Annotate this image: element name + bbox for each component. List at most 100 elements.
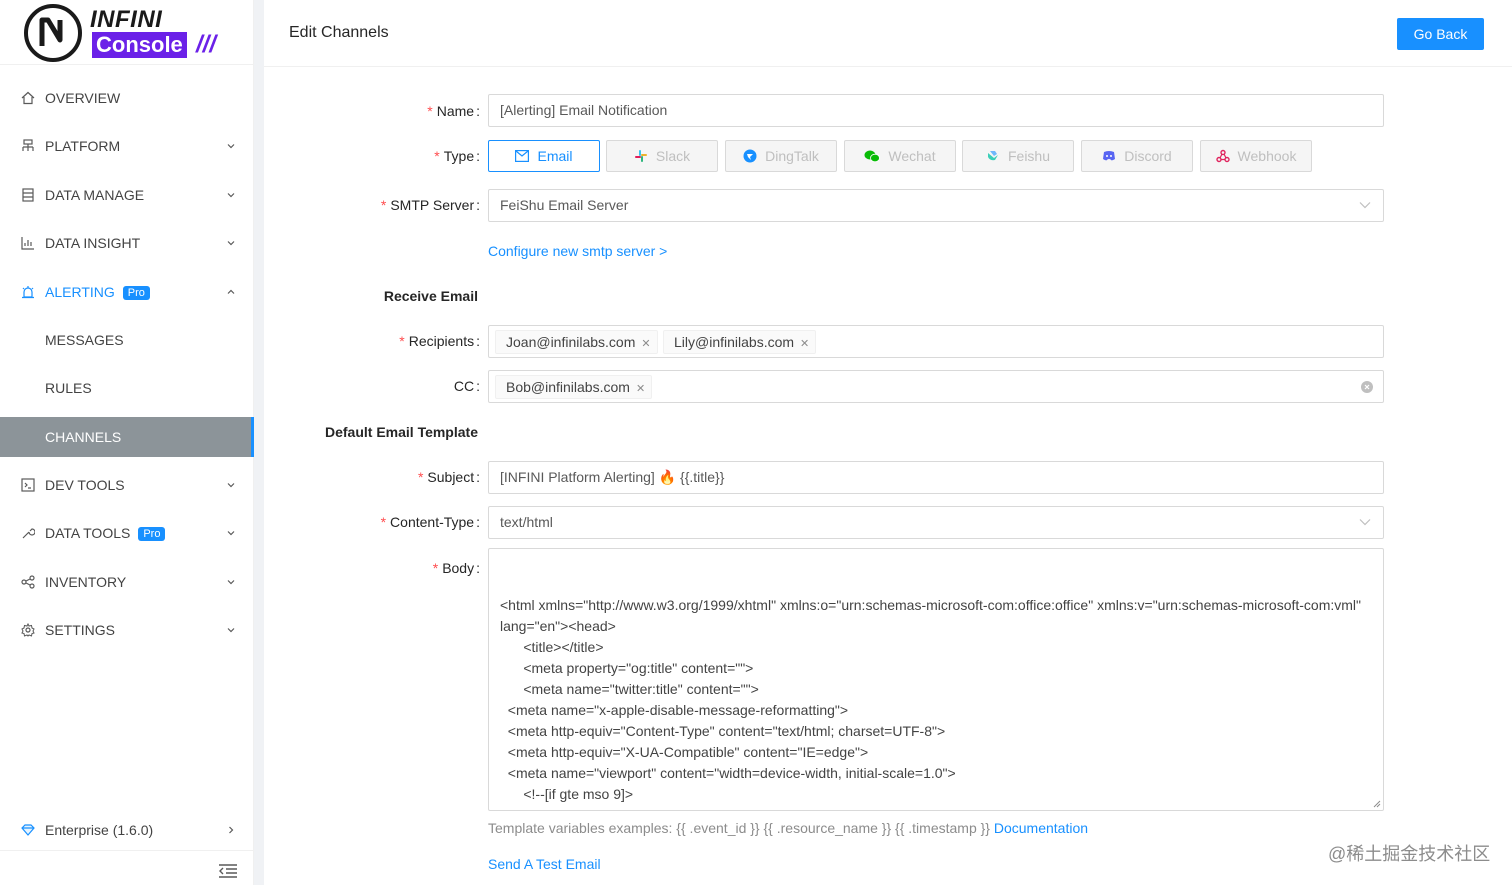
sidebar-item-data-insight[interactable]: DATA INSIGHT	[0, 223, 254, 263]
recipient-tag: Joan@infinilabs.com ✕	[495, 330, 658, 354]
alarm-icon	[22, 286, 34, 299]
body-line: <meta http-equiv="Content-Type" content=…	[500, 723, 946, 739]
body-line: <meta name="x-apple-disable-message-refo…	[500, 702, 849, 718]
type-webhook-button[interactable]: Webhook	[1200, 140, 1312, 172]
sidebar-item-label: RULES	[45, 380, 92, 396]
sidebar-item-platform[interactable]: PLATFORM	[0, 126, 254, 166]
content-type-select[interactable]: text/html	[488, 506, 1384, 539]
pro-badge: Pro	[138, 527, 166, 542]
sidebar-item-data-tools[interactable]: DATA TOOLS Pro	[0, 513, 254, 553]
sidebar-item-label: SETTINGS	[45, 622, 116, 638]
chevron-down-icon	[1359, 519, 1371, 526]
type-wechat-button[interactable]: Wechat	[844, 140, 956, 172]
chevron-up-icon	[227, 289, 235, 294]
receive-email-heading: Receive Email	[383, 288, 478, 304]
chart-icon	[21, 237, 34, 250]
resize-handle-icon[interactable]	[1373, 800, 1381, 808]
send-test-email-link[interactable]: Send A Test Email	[488, 856, 601, 872]
logo-mark-icon	[24, 4, 82, 62]
sidebar-item-alerting[interactable]: ALERTING Pro	[0, 272, 254, 312]
go-back-button[interactable]: Go Back	[1397, 18, 1484, 50]
chevron-down-icon	[227, 144, 235, 149]
body-line: <meta name="twitter:title" content="">	[500, 681, 759, 697]
watermark: @稀土掘金技术社区	[1328, 844, 1491, 864]
discord-icon	[1103, 151, 1116, 161]
wechat-icon	[864, 150, 881, 163]
sidebar-item-messages[interactable]: MESSAGES	[0, 320, 254, 360]
sidebar-item-label: INVENTORY	[45, 574, 127, 590]
brand-logo[interactable]: INFINI Console ///	[0, 0, 253, 65]
recipient-tag: Lily@infinilabs.com ✕	[663, 330, 817, 354]
sidebar-item-settings[interactable]: SETTINGS	[0, 610, 254, 650]
documentation-link[interactable]: Documentation	[994, 820, 1088, 836]
sidebar-item-channels[interactable]: CHANNELS	[0, 417, 254, 457]
diamond-icon	[21, 824, 35, 836]
type-feishu-button[interactable]: Feishu	[962, 140, 1074, 172]
home-icon	[21, 91, 35, 105]
sidebar-item-label: DATA INSIGHT	[45, 235, 141, 251]
pro-badge: Pro	[122, 286, 150, 301]
close-icon[interactable]: ✕	[800, 338, 809, 350]
body-line: <xml>	[500, 805, 1372, 810]
gear-icon	[21, 623, 35, 637]
cc-input[interactable]: Bob@infinilabs.com ✕	[488, 370, 1384, 403]
body-line: <meta property="og:title" content="">	[500, 660, 754, 676]
sidebar-item-label: PLATFORM	[45, 138, 121, 154]
sidebar-item-overview[interactable]: OVERVIEW	[0, 78, 254, 118]
body-textarea[interactable]: <html xmlns="http://www.w3.org/1999/xhtm…	[488, 548, 1384, 811]
sidebar-item-dev-tools[interactable]: DEV TOOLS	[0, 465, 254, 505]
sidebar: INFINI Console /// OVERVIEW PLATFORM DAT…	[0, 0, 254, 885]
template-heading: Default Email Template	[324, 424, 478, 440]
page-title: Edit Channels	[289, 24, 389, 41]
type-label: * Type:	[434, 148, 480, 164]
sidebar-item-inventory[interactable]: INVENTORY	[0, 562, 254, 602]
dingtalk-icon	[743, 149, 757, 163]
body-label: * Body:	[432, 560, 480, 576]
clear-icon[interactable]	[1361, 381, 1373, 393]
slack-icon	[634, 150, 647, 162]
name-label: * Name:	[427, 103, 480, 119]
chevron-down-icon	[227, 531, 235, 536]
main-content: Edit Channels Go Back * Name: [Alerting] …	[264, 0, 1512, 885]
subject-label: * Subject:	[417, 469, 480, 485]
cluster-icon	[22, 139, 34, 151]
sidebar-item-rules[interactable]: RULES	[0, 368, 254, 408]
sidebar-item-label: MESSAGES	[45, 332, 124, 348]
page-header: Edit Channels Go Back	[264, 0, 1512, 67]
sidebar-item-label: ALERTING Pro	[45, 284, 150, 301]
sidebar-item-label: DATA MANAGE	[45, 187, 145, 203]
recipients-input[interactable]: Joan@infinilabs.com ✕ Lily@infinilabs.com…	[488, 325, 1384, 358]
body-line: <html xmlns="http://www.w3.org/1999/xhtm…	[500, 597, 1365, 634]
cc-tag: Bob@infinilabs.com ✕	[495, 375, 653, 399]
sidebar-divider	[0, 850, 254, 851]
sidebar-item-label: OVERVIEW	[45, 90, 121, 106]
name-input[interactable]: [Alerting] Email Notification	[488, 94, 1384, 127]
close-icon[interactable]: ✕	[636, 383, 645, 395]
menu-fold-icon[interactable]	[218, 863, 238, 879]
smtp-label: * SMTP Server:	[380, 197, 480, 213]
type-slack-button[interactable]: Slack	[606, 140, 718, 172]
mail-icon	[515, 150, 530, 162]
body-line: <meta http-equiv="X-UA-Compatible" conte…	[500, 744, 869, 760]
body-line: <title></title>	[500, 639, 604, 655]
chevron-down-icon	[227, 193, 235, 198]
type-discord-button[interactable]: Discord	[1081, 140, 1193, 172]
recipients-label: * Recipients:	[399, 333, 480, 349]
configure-smtp-link[interactable]: Configure new smtp server >	[488, 243, 667, 259]
sidebar-item-data-manage[interactable]: DATA MANAGE	[0, 175, 254, 215]
body-line: <!--[if gte mso 9]>	[500, 786, 634, 802]
sidebar-item-label: CHANNELS	[45, 429, 122, 445]
subject-input[interactable]: [INFINI Platform Alerting] 🔥 {{.title}}	[488, 461, 1384, 494]
sidebar-item-version[interactable]: Enterprise (1.6.0)	[0, 810, 254, 850]
chevron-down-icon	[227, 241, 235, 246]
close-icon[interactable]: ✕	[641, 338, 650, 350]
type-email-button[interactable]: Email	[488, 140, 600, 172]
sidebar-item-label: DATA TOOLS Pro	[45, 525, 166, 542]
smtp-select[interactable]: FeiShu Email Server	[488, 189, 1384, 222]
tool-icon	[22, 528, 35, 539]
content-type-label: * Content-Type:	[380, 514, 480, 530]
type-dingtalk-button[interactable]: DingTalk	[725, 140, 837, 172]
chevron-down-icon	[227, 483, 235, 488]
chevron-down-icon	[227, 580, 235, 585]
logo-text-bottom: Console	[92, 32, 187, 58]
